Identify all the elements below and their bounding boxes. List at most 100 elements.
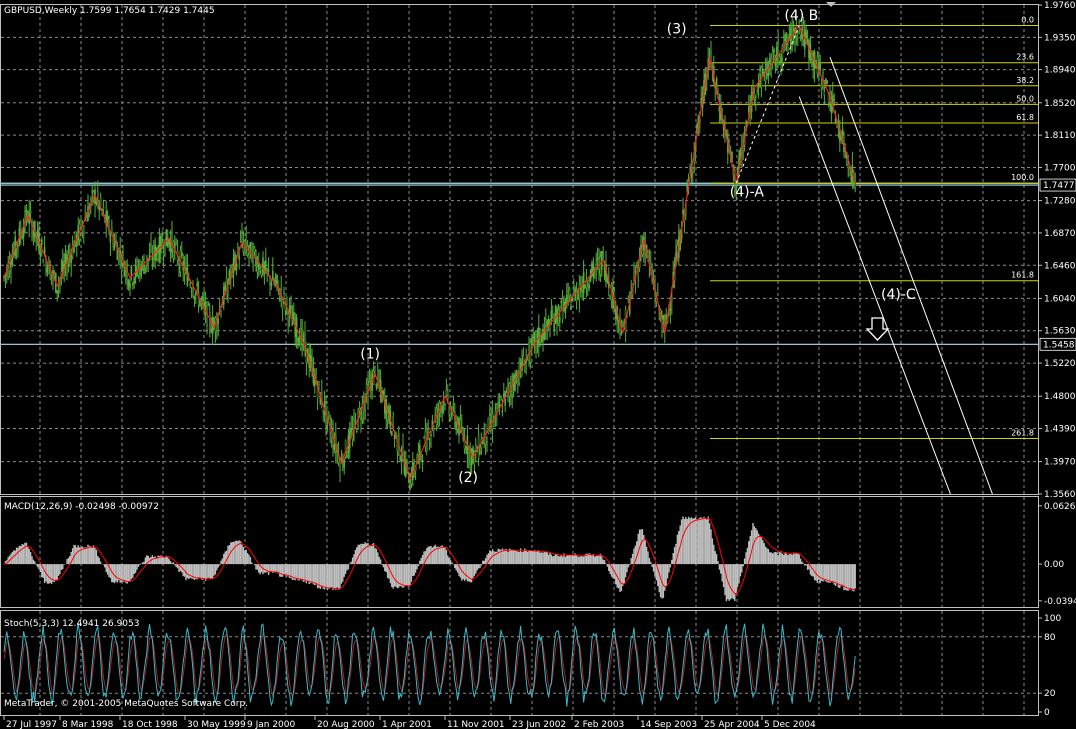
- macd-title: MACD(12,26,9) -0.02498 -0.00972: [4, 502, 159, 512]
- candle-body: [505, 387, 508, 390]
- candle-body: [517, 381, 519, 385]
- candle-body: [823, 91, 826, 96]
- candle-body: [834, 119, 837, 123]
- candle-body: [39, 253, 42, 257]
- wave-label[interactable]: (3): [667, 21, 687, 37]
- candle-body: [465, 450, 467, 452]
- wave-label[interactable]: (1): [360, 346, 380, 362]
- candle-body: [759, 70, 761, 75]
- candle-body: [32, 230, 35, 236]
- candle-body: [165, 229, 168, 247]
- macd-y-tick-label: 0.06261: [1044, 502, 1076, 512]
- candle-body: [281, 299, 284, 309]
- candle-body: [256, 266, 259, 273]
- fib-level-label: 23.6: [1016, 53, 1034, 62]
- candle-body: [650, 261, 652, 268]
- candle-body: [501, 410, 504, 413]
- candle-body: [253, 247, 256, 253]
- candle-body: [762, 68, 764, 76]
- candle-body: [806, 39, 809, 42]
- candle-body: [748, 106, 750, 113]
- candle-body: [777, 43, 779, 63]
- price-marker-label[interactable]: 1.7477: [1043, 181, 1075, 191]
- candle-body: [287, 313, 290, 322]
- stoch-main-line: [3, 623, 856, 707]
- fib-level-label: 261.8: [1011, 428, 1034, 437]
- candle-body: [82, 225, 85, 234]
- candle-body: [110, 227, 113, 233]
- fibonacci-retracement[interactable]: 0.0 23.6 38.2 50.0 61.8 100.0 161.8 261.8: [710, 16, 1038, 439]
- candle-body: [399, 456, 402, 461]
- candle-body: [552, 316, 554, 319]
- candle-body: [528, 341, 530, 361]
- candle-body: [553, 323, 555, 332]
- candle-body: [185, 263, 187, 267]
- candle-body: [535, 332, 537, 347]
- y-tick-label: 1.8520: [1044, 99, 1076, 109]
- fib-level-label: 50.0: [1016, 94, 1034, 103]
- channel-lines[interactable]: [735, 25, 993, 495]
- candle-body: [461, 426, 463, 429]
- candle-body: [262, 257, 264, 275]
- candle-body: [588, 283, 590, 289]
- candle-body: [788, 28, 791, 30]
- candle-body: [42, 259, 44, 264]
- candle-body: [360, 418, 362, 420]
- candle-body: [444, 403, 446, 406]
- candle-body: [150, 245, 152, 250]
- candle-body: [172, 241, 175, 259]
- candle-body: [134, 264, 137, 277]
- candle-body: [196, 283, 199, 287]
- candle-body: [554, 306, 557, 324]
- price-marker-label[interactable]: 1.5458: [1043, 340, 1075, 350]
- time-axis[interactable]: 27 Jul 1997 8 Mar 1998 18 Oct 1998 30 May 1…: [3, 716, 816, 729]
- candle-body: [578, 284, 581, 299]
- fib-level-label: 0.0: [1021, 16, 1034, 25]
- candle-body: [669, 309, 672, 311]
- fib-level-label: 161.8: [1011, 271, 1034, 280]
- candle-body: [417, 451, 420, 455]
- x-tick-label: 9 Jan 2000: [247, 720, 295, 729]
- wave-label[interactable]: (2): [458, 470, 478, 486]
- wave-label[interactable]: (4)-A: [730, 185, 765, 201]
- candle-body: [210, 328, 213, 332]
- candle-body: [627, 299, 630, 302]
- candle-body: [311, 361, 313, 364]
- price-axis[interactable]: 1.9760 1.9350 1.8940 1.8520 1.8110 1.7700 1.72…: [1038, 1, 1076, 718]
- candle-body: [297, 337, 299, 342]
- candle-body: [162, 252, 165, 256]
- candle-body: [365, 384, 368, 394]
- candle-body: [333, 443, 336, 450]
- candle-body: [207, 304, 210, 307]
- candle-body: [567, 291, 569, 293]
- candle-body: [175, 241, 178, 244]
- candle-body: [778, 56, 781, 62]
- candle-body: [193, 296, 196, 299]
- candle-body: [375, 383, 378, 387]
- wave-label[interactable]: (4) B: [784, 8, 818, 24]
- candle-body: [587, 286, 589, 290]
- candle-body: [559, 316, 561, 323]
- candles: [3, 16, 856, 491]
- candle-body: [441, 406, 444, 413]
- candle-body: [850, 177, 852, 179]
- candle-body: [382, 391, 385, 395]
- candle-body: [85, 217, 88, 222]
- y-tick-label: 1.9760: [1044, 1, 1076, 11]
- channel-line[interactable]: [798, 96, 951, 495]
- candle-body: [64, 253, 67, 265]
- candle-body: [662, 315, 665, 320]
- candle-body: [66, 263, 68, 273]
- candle-body: [231, 265, 234, 268]
- chart-canvas[interactable]: 1.7477 1.5458 0.0 23.6 38.2 50.0 61.8 100.0 161…: [0, 0, 1076, 729]
- fib-level-label: 100.0: [1011, 173, 1034, 182]
- candle-body: [241, 233, 243, 243]
- candle-body: [180, 251, 183, 256]
- candle-body: [428, 442, 431, 445]
- wave-labels[interactable]: (1) (2) (3) (4)-A (4) B (4)-C: [360, 8, 916, 486]
- candle-body: [406, 459, 409, 463]
- copyright-text: MetaTrader, © 2001-2005 MetaQuotes Softw…: [4, 699, 248, 709]
- wave-label[interactable]: (4)-C: [881, 287, 916, 303]
- candle-body: [819, 62, 821, 70]
- candle-body: [136, 261, 138, 267]
